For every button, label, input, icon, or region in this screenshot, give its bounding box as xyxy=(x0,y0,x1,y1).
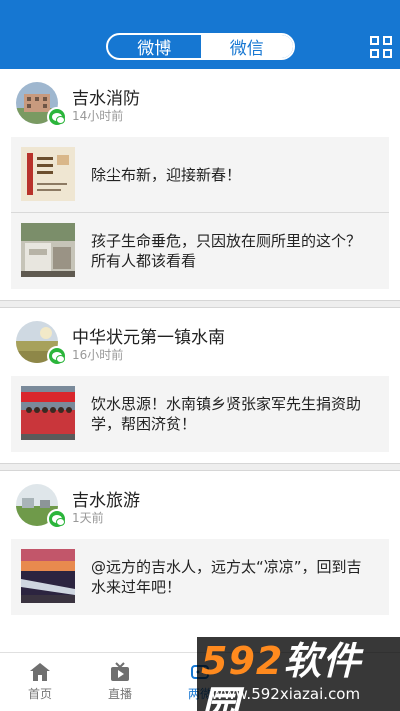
article-item[interactable]: 饮水思源！水南镇乡贤张家军先生捐资助学，帮困济贫！ xyxy=(11,376,389,452)
article-thumbnail xyxy=(21,386,75,440)
tv-icon xyxy=(111,662,129,681)
tab-home[interactable]: 首页 xyxy=(0,653,80,711)
wechat-badge-icon xyxy=(47,346,67,366)
source-header[interactable]: 中华状元第一镇水南 16小时前 xyxy=(0,308,400,376)
tab-weixin[interactable]: 微信 xyxy=(200,35,293,58)
app-header: 微博 微信 xyxy=(0,0,400,69)
watermark-url: www.592xiazai.com xyxy=(211,685,361,703)
wechat-badge-icon xyxy=(47,107,67,127)
feed-group: 中华状元第一镇水南 16小时前 饮水思源！水南镇乡贤张家军先生捐资助学，帮困济贫… xyxy=(0,308,400,463)
source-name: 吉水消防 xyxy=(72,89,140,109)
wechat-badge-icon xyxy=(47,509,67,529)
source-name: 吉水旅游 xyxy=(72,491,140,511)
site-watermark: 592软件园 www.592xiazai.com xyxy=(197,637,400,711)
source-time: 1天前 xyxy=(72,511,104,525)
article-title: 除尘布新，迎接新春！ xyxy=(91,166,242,184)
feed-group: 吉水旅游 1天前 @远方的吉水人，远方太“凉凉”，回到吉水来过年吧！ xyxy=(0,471,400,626)
article-item[interactable]: 孩子生命垂危，只因放在厕所里的这个？所有人都该看看 xyxy=(11,213,389,289)
grid-icon[interactable] xyxy=(370,36,392,58)
tab-live-label: 直播 xyxy=(107,687,132,701)
source-name: 中华状元第一镇水南 xyxy=(72,328,225,348)
article-title: @远方的吉水人，远方太“凉凉”，回到吉水来过年吧！ xyxy=(91,558,362,596)
tab-live[interactable]: 直播 xyxy=(80,653,160,711)
article-item[interactable]: 除尘布新，迎接新春！ xyxy=(11,137,389,213)
source-time: 14小时前 xyxy=(72,109,124,123)
article-thumbnail xyxy=(21,223,75,277)
group-divider xyxy=(0,300,400,308)
home-icon xyxy=(30,663,50,681)
tab-weibo[interactable]: 微博 xyxy=(108,35,201,58)
source-header[interactable]: 吉水消防 14小时前 xyxy=(0,69,400,137)
watermark-brand-number: 592 xyxy=(201,639,284,683)
feed-group: 吉水消防 14小时前 除尘布新，迎接新春！ 孩子生命垂危，只因放在厕所里的这个？… xyxy=(0,69,400,300)
article-thumbnail xyxy=(21,147,75,201)
source-time: 16小时前 xyxy=(72,348,124,362)
article-thumbnail xyxy=(21,549,75,603)
article-title: 孩子生命垂危，只因放在厕所里的这个？所有人都该看看 xyxy=(91,232,362,270)
source-switch: 微博 微信 xyxy=(106,33,295,60)
wechat-feed: 吉水消防 14小时前 除尘布新，迎接新春！ 孩子生命垂危，只因放在厕所里的这个？… xyxy=(0,69,400,652)
article-title: 饮水思源！水南镇乡贤张家军先生捐资助学，帮困济贫！ xyxy=(91,395,362,433)
tab-home-label: 首页 xyxy=(27,687,52,701)
source-header[interactable]: 吉水旅游 1天前 xyxy=(0,471,400,539)
group-divider xyxy=(0,463,400,471)
article-item[interactable]: @远方的吉水人，远方太“凉凉”，回到吉水来过年吧！ xyxy=(11,539,389,615)
